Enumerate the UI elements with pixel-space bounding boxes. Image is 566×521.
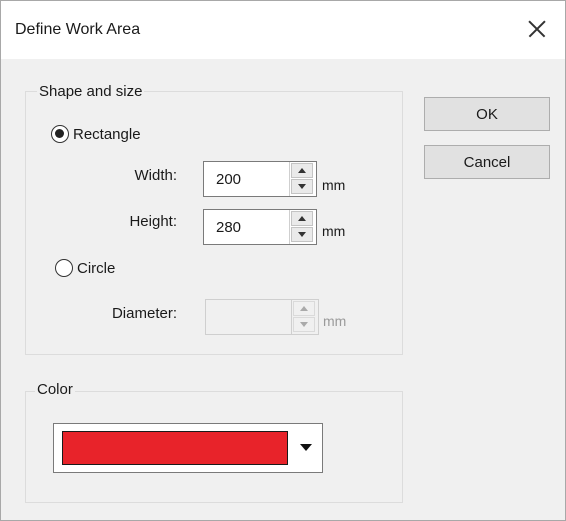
color-group-title: Color [35, 381, 75, 398]
rectangle-radio-button[interactable] [51, 125, 69, 143]
height-unit: mm [322, 223, 346, 239]
diameter-stepper[interactable] [205, 299, 319, 335]
diameter-input[interactable] [206, 300, 286, 334]
spin-down-icon [300, 322, 308, 327]
height-label: Height: [129, 213, 177, 230]
chevron-down-icon[interactable] [300, 444, 312, 451]
rectangle-label: Rectangle [73, 125, 141, 143]
define-work-area-dialog: Define Work Area Shape and size Rectangl… [0, 0, 566, 521]
circle-radio[interactable]: Circle [55, 259, 115, 277]
height-spin-down-button[interactable] [291, 227, 313, 242]
height-stepper[interactable] [203, 209, 317, 245]
height-spin-up-button[interactable] [291, 211, 313, 226]
width-unit: mm [322, 177, 346, 193]
rectangle-radio[interactable]: Rectangle [51, 125, 141, 143]
color-dropdown[interactable] [53, 423, 323, 473]
color-swatch [62, 431, 288, 465]
spin-down-icon [298, 232, 306, 237]
diameter-label: Diameter: [111, 305, 177, 322]
spin-down-icon [298, 184, 306, 189]
dialog-title: Define Work Area [15, 21, 141, 38]
height-input[interactable] [204, 210, 284, 244]
close-icon[interactable] [523, 15, 551, 43]
spin-up-icon [300, 306, 308, 311]
diameter-spin-down-button[interactable] [293, 317, 315, 332]
width-label: Width: [134, 167, 177, 184]
ok-button[interactable]: OK [424, 97, 550, 131]
title-bar: Define Work Area [1, 1, 565, 59]
diameter-spin-up-button[interactable] [293, 301, 315, 316]
circle-radio-button[interactable] [55, 259, 73, 277]
circle-label: Circle [77, 259, 116, 277]
width-spin-up-button[interactable] [291, 163, 313, 178]
cancel-button[interactable]: Cancel [424, 145, 550, 179]
shape-group-title: Shape and size [37, 83, 145, 100]
width-input[interactable] [204, 162, 284, 196]
spin-up-icon [298, 168, 306, 173]
diameter-unit: mm [323, 313, 347, 329]
spin-up-icon [298, 216, 306, 221]
width-spin-down-button[interactable] [291, 179, 313, 194]
width-stepper[interactable] [203, 161, 317, 197]
